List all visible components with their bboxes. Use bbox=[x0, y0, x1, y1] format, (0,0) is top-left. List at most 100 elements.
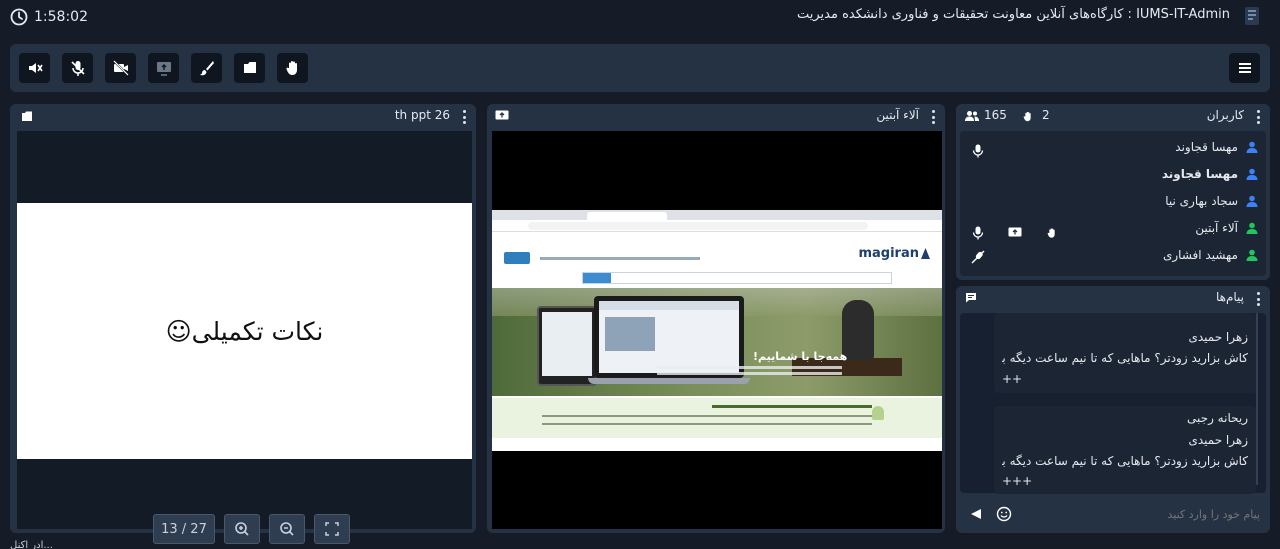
users-panel: 165 2 کاربران مهسا قجاوند مهسا قجاوند سج… bbox=[956, 104, 1270, 280]
zoom-out-icon bbox=[280, 522, 294, 536]
site-logo-text: magiran bbox=[858, 246, 919, 261]
brush-icon bbox=[199, 61, 214, 76]
chat-input-bar bbox=[962, 500, 1264, 528]
zoom-in-icon bbox=[235, 522, 249, 536]
user-name: مهسا قجاوند bbox=[1175, 140, 1238, 154]
zoom-out-button[interactable] bbox=[269, 514, 305, 544]
clock-icon bbox=[10, 8, 28, 26]
site-search bbox=[582, 272, 892, 284]
emoji-icon[interactable] bbox=[996, 506, 1012, 522]
screen-share-icon[interactable] bbox=[1008, 227, 1022, 239]
chat-message: زهرا حمیدی کاش بزارید زودتر؟ ماهایی که ت… bbox=[994, 313, 1256, 393]
raise-hand-button[interactable] bbox=[277, 53, 308, 83]
folder-icon bbox=[22, 111, 32, 121]
quote-author: زهرا حمیدی bbox=[1188, 433, 1248, 447]
quote-author: زهرا حمیدی bbox=[1188, 330, 1248, 344]
mic-mute-icon bbox=[70, 61, 85, 76]
chat-message: ریحانه رجبی زهرا حمیدی کاش بزارید زودتر؟… bbox=[994, 406, 1256, 494]
chat-icon bbox=[966, 293, 976, 303]
logo-icon bbox=[1245, 7, 1259, 25]
footer-text: ادر اکنل... bbox=[10, 540, 53, 549]
screen-share-button[interactable] bbox=[148, 53, 179, 83]
chat-menu-icon[interactable] bbox=[1256, 292, 1260, 306]
timer-text: 1:58:02 bbox=[34, 9, 88, 25]
slide-controls: 13 / 27 bbox=[153, 514, 350, 546]
mic-mute-button[interactable] bbox=[62, 53, 93, 83]
user-row[interactable]: آلاء آبتین bbox=[1195, 218, 1258, 238]
message-author: ریحانه رجبی bbox=[1187, 411, 1248, 425]
site-logo: magiran bbox=[858, 246, 930, 261]
fullscreen-icon bbox=[325, 522, 339, 536]
presentation-menu-icon[interactable] bbox=[462, 110, 466, 124]
shared-browser-screenshot: magiran bbox=[492, 210, 942, 451]
speaker-mute-button[interactable] bbox=[19, 53, 50, 83]
folder-icon bbox=[243, 62, 256, 73]
user-row[interactable]: مهشید افشاری bbox=[1163, 245, 1258, 265]
hand-icon[interactable] bbox=[1046, 226, 1058, 240]
message-text: ++ bbox=[1002, 372, 1023, 386]
page-indicator[interactable]: 13 / 27 bbox=[153, 514, 215, 544]
user-row[interactable]: سجاد بهاری نیا bbox=[1165, 191, 1258, 211]
site-hero: همه‌جا با شماییم! bbox=[492, 288, 942, 396]
speaker-mute-icon bbox=[28, 63, 43, 73]
files-button[interactable] bbox=[234, 53, 265, 83]
screen-share-icon bbox=[156, 62, 171, 76]
chat-input[interactable] bbox=[1022, 504, 1260, 524]
browser-addressbar bbox=[492, 220, 942, 232]
user-icon bbox=[1246, 141, 1258, 153]
user-icon bbox=[1246, 222, 1258, 234]
toolbar bbox=[10, 44, 1270, 92]
page-title: IUMS-IT-Admin : کارگاه‌های آنلاین معاونت… bbox=[796, 7, 1230, 22]
menu-button[interactable] bbox=[1229, 53, 1260, 83]
site-login-button bbox=[504, 252, 530, 264]
browser-tab bbox=[587, 212, 667, 220]
camera-off-icon bbox=[112, 60, 129, 76]
raised-hands-count: 2 bbox=[1042, 108, 1050, 122]
browser-tabstrip bbox=[492, 210, 942, 220]
site-notice bbox=[492, 398, 942, 438]
user-name: مهسا قجاوند bbox=[1161, 167, 1238, 181]
presentation-title: th ppt 26 bbox=[394, 108, 450, 122]
microphone-icon[interactable] bbox=[972, 144, 984, 158]
hand-icon bbox=[1023, 111, 1031, 122]
screenshare-panel: آلاء آبتین magiran bbox=[487, 104, 945, 533]
chat-header: پیام‌ها bbox=[956, 286, 1270, 310]
user-name: آلاء آبتین bbox=[1195, 221, 1238, 235]
users-menu-icon[interactable] bbox=[1256, 110, 1260, 124]
menu-icon bbox=[1238, 63, 1251, 73]
quote-text: کاش بزارید زودتر؟ ماهایی که تا نیم ساعت … bbox=[1002, 454, 1248, 468]
user-row[interactable]: مهسا قجاوند bbox=[1162, 164, 1258, 184]
mic-mute-icon[interactable] bbox=[971, 250, 985, 264]
user-name: سجاد بهاری نیا bbox=[1165, 194, 1238, 208]
presentation-header: th ppt 26 bbox=[10, 104, 476, 128]
slide: نکات تکمیلی☺ bbox=[17, 203, 472, 459]
user-name: مهشید افشاری bbox=[1162, 248, 1238, 262]
hero-tablet bbox=[537, 306, 597, 386]
users-count: 165 bbox=[984, 108, 1007, 122]
send-icon[interactable] bbox=[970, 508, 982, 520]
screenshare-menu-icon[interactable] bbox=[931, 110, 935, 124]
user-icon bbox=[1246, 168, 1258, 180]
fullscreen-button[interactable] bbox=[314, 514, 350, 544]
camera-off-button[interactable] bbox=[105, 53, 136, 83]
message-text: +++ bbox=[1002, 474, 1033, 488]
zoom-in-button[interactable] bbox=[224, 514, 260, 544]
session-timer: 1:58:02 bbox=[10, 6, 88, 28]
screen-share-icon bbox=[495, 110, 509, 120]
user-icon bbox=[1246, 195, 1258, 207]
user-row[interactable]: مهسا قجاوند bbox=[1175, 137, 1258, 157]
microphone-icon[interactable] bbox=[972, 226, 984, 240]
chat-title: پیام‌ها bbox=[1215, 290, 1244, 304]
presenter-name: آلاء آبتین bbox=[876, 108, 919, 122]
users-title: کاربران bbox=[1206, 108, 1244, 122]
screenshare-header: آلاء آبتین bbox=[487, 104, 945, 128]
hero-text: همه‌جا با شماییم! bbox=[753, 350, 848, 363]
site-logo-mark bbox=[921, 248, 930, 259]
site-nav bbox=[540, 257, 700, 260]
presentation-panel: th ppt 26 نکات تکمیلی☺ 13 / 27 bbox=[10, 104, 476, 544]
quote-text: کاش بزارید زودتر؟ ماهایی که تا نیم ساعت … bbox=[1002, 351, 1248, 365]
chat-scrollbar[interactable] bbox=[1256, 313, 1258, 485]
slide-viewport: نکات تکمیلی☺ 13 / 27 bbox=[17, 131, 472, 544]
brush-button[interactable] bbox=[191, 53, 222, 83]
users-icon bbox=[965, 111, 979, 121]
